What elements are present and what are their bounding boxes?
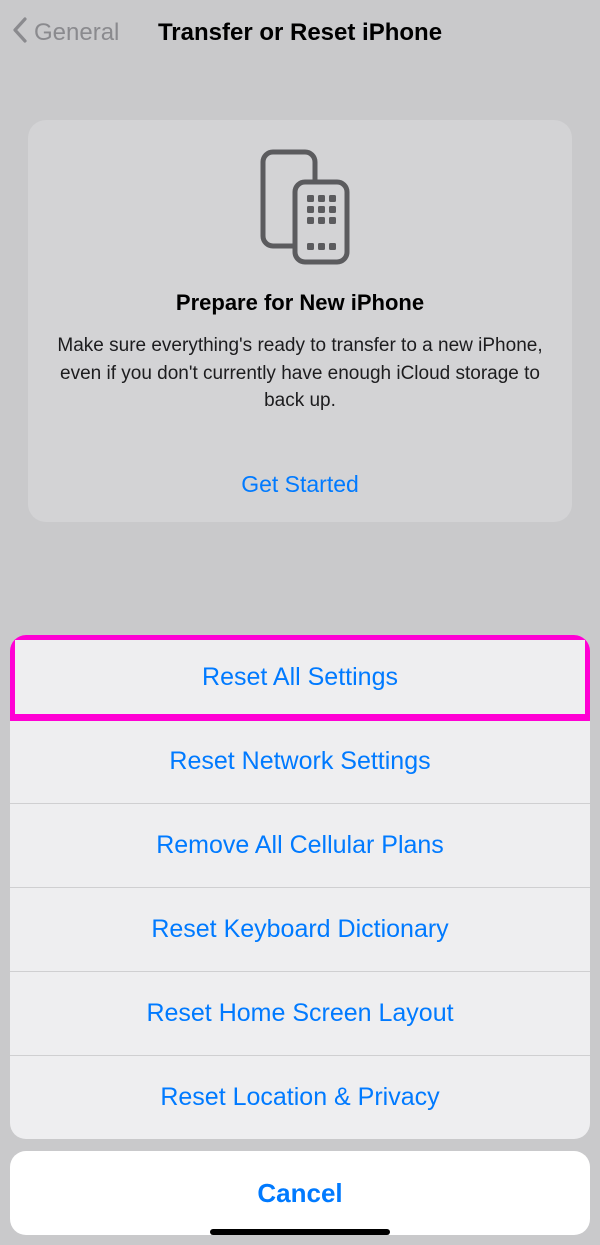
sheet-item-label: Reset Home Screen Layout [146,999,453,1028]
get-started-button[interactable]: Get Started [48,471,552,498]
sheet-item-label: Reset Location & Privacy [160,1083,439,1112]
sheet-item-reset-home-screen-layout[interactable]: Reset Home Screen Layout [10,971,590,1055]
action-sheet-group: Reset All Settings Reset Network Setting… [10,635,590,1139]
sheet-item-reset-all-settings[interactable]: Reset All Settings [10,635,590,719]
back-button[interactable]: General [12,17,119,50]
sheet-item-label: Remove All Cellular Plans [156,831,444,860]
cancel-button[interactable]: Cancel [10,1151,590,1235]
page-title: Transfer or Reset iPhone [158,19,442,47]
sheet-item-reset-keyboard-dictionary[interactable]: Reset Keyboard Dictionary [10,887,590,971]
sheet-item-reset-location-privacy[interactable]: Reset Location & Privacy [10,1055,590,1139]
transfer-devices-icon [48,148,552,266]
sheet-item-remove-all-cellular-plans[interactable]: Remove All Cellular Plans [10,803,590,887]
chevron-left-icon [12,17,34,50]
sheet-item-label: Reset Network Settings [169,747,430,776]
sheet-item-reset-network-settings[interactable]: Reset Network Settings [10,719,590,803]
action-sheet: Reset All Settings Reset Network Setting… [10,635,590,1235]
back-label: General [34,19,119,47]
card-heading: Prepare for New iPhone [48,290,552,316]
sheet-item-label: Reset All Settings [202,663,398,692]
card-body: Make sure everything's ready to transfer… [48,332,552,415]
cancel-label: Cancel [257,1178,342,1209]
prepare-card: Prepare for New iPhone Make sure everyth… [28,120,572,522]
nav-header: General Transfer or Reset iPhone [0,0,600,66]
sheet-item-label: Reset Keyboard Dictionary [151,915,448,944]
home-indicator[interactable] [210,1229,390,1235]
